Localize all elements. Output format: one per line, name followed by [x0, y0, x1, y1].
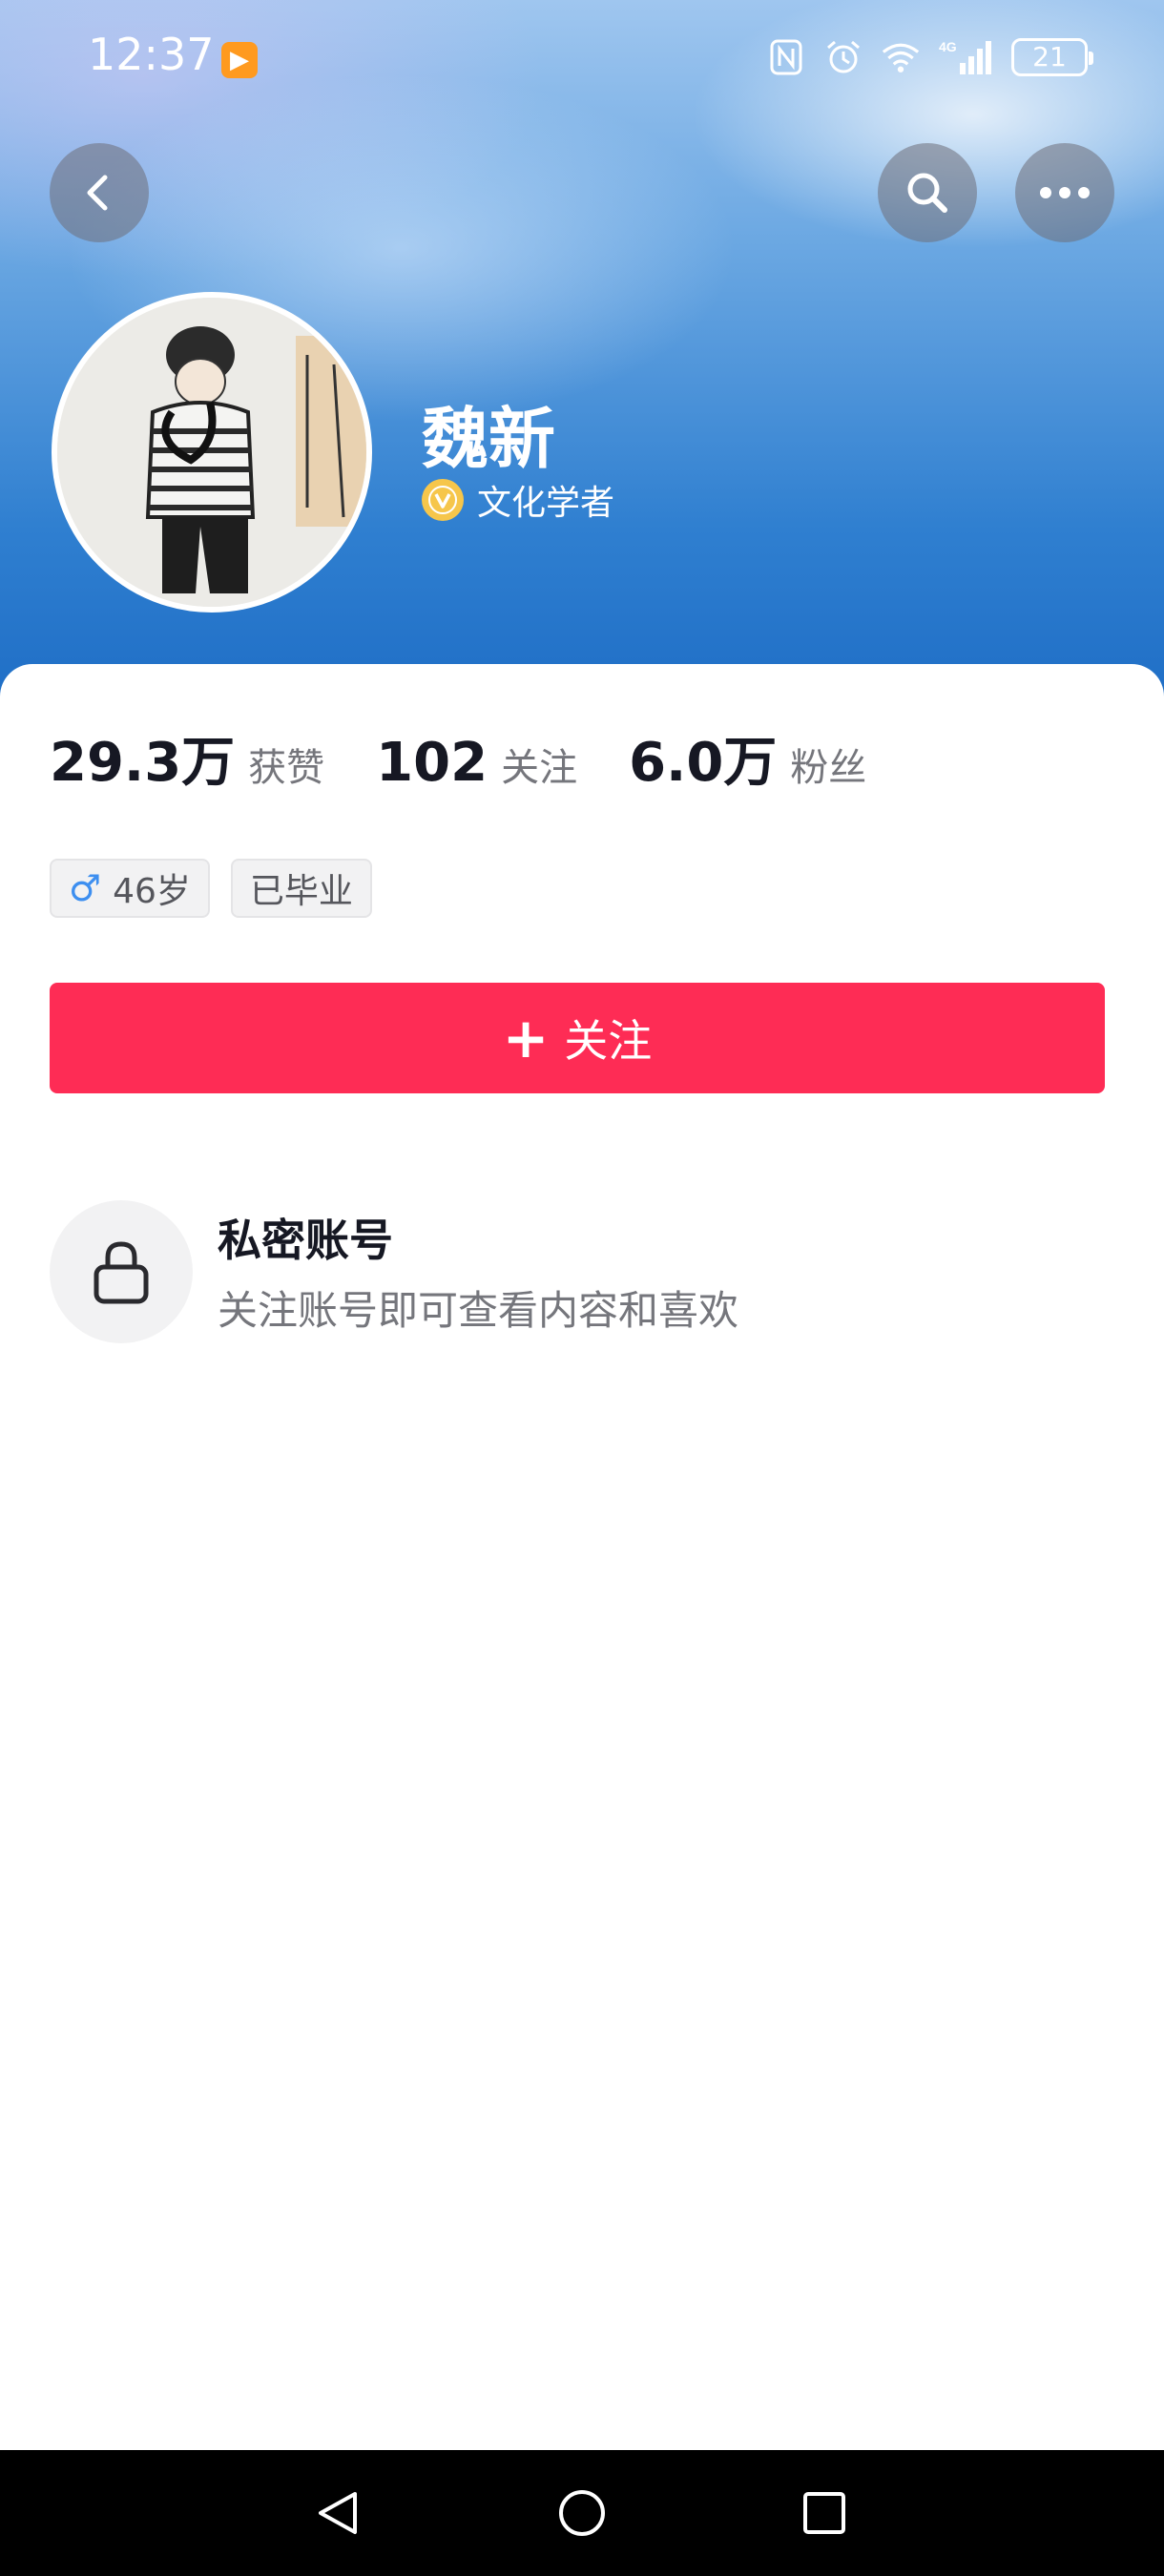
status-icons: 4G 21 [767, 29, 1093, 86]
education-text: 已毕业 [249, 872, 353, 911]
profile-tags: ♂ 46岁 已毕业 [50, 859, 372, 918]
wifi-icon [882, 38, 920, 76]
more-button[interactable] [1015, 143, 1114, 242]
battery-indicator: 21 [1011, 38, 1093, 76]
play-badge-icon: ▶ [221, 42, 258, 78]
stat-likes[interactable]: 29.3万 获赞 [50, 719, 324, 797]
profile-content: 29.3万 获赞 102 关注 6.0万 粉丝 ♂ 46岁 已毕业 + 关注 私… [0, 664, 1164, 2450]
stat-followers[interactable]: 6.0万 粉丝 [629, 719, 866, 797]
avatar-illustration [57, 298, 366, 607]
status-bar: 12:37 ▶ 4G 21 [0, 0, 1164, 113]
verified-badge-icon [422, 479, 464, 521]
avatar[interactable] [52, 292, 372, 613]
stat-label: 关注 [501, 746, 578, 790]
nav-recents-icon[interactable] [798, 2486, 851, 2540]
lock-icon [94, 1241, 149, 1304]
stat-value: 6.0万 [629, 732, 778, 794]
nav-home-icon[interactable] [555, 2486, 609, 2540]
stat-label: 获赞 [248, 746, 325, 790]
stat-following[interactable]: 102 关注 [376, 732, 577, 794]
private-account-subtitle: 关注账号即可查看内容和喜欢 [218, 1287, 739, 1334]
follow-button[interactable]: + 关注 [50, 983, 1105, 1093]
nfc-icon [767, 38, 805, 76]
search-icon [907, 173, 947, 213]
stat-label: 粉丝 [790, 746, 867, 790]
age-tag: ♂ 46岁 [50, 859, 210, 918]
private-lock-badge [50, 1200, 193, 1343]
stat-value: 102 [376, 732, 488, 794]
more-dots-icon [1040, 187, 1090, 198]
back-chevron-icon [87, 175, 108, 211]
search-button[interactable] [878, 143, 977, 242]
nav-back-icon[interactable] [311, 2486, 364, 2540]
private-account-title: 私密账号 [218, 1215, 393, 1266]
profile-header: 12:37 ▶ 4G 21 魏新 文化学者 [0, 0, 1164, 706]
stat-value: 29.3万 [50, 732, 236, 794]
age-text: 46岁 [113, 872, 191, 911]
alarm-icon [824, 38, 863, 76]
cellular-signal-icon: 4G [939, 38, 992, 76]
back-button[interactable] [50, 143, 149, 242]
network-type: 4G [939, 39, 957, 54]
profile-name: 魏新 [422, 400, 555, 478]
follow-button-label: 关注 [564, 1015, 653, 1067]
status-time: 12:37 [88, 29, 215, 80]
male-gender-icon: ♂ [69, 867, 102, 909]
stats-row: 29.3万 获赞 102 关注 6.0万 粉丝 [50, 719, 918, 797]
education-tag: 已毕业 [230, 859, 372, 918]
plus-icon: + [502, 1006, 550, 1070]
verification-text: 文化学者 [477, 484, 615, 523]
verification-row: 文化学者 [422, 475, 614, 525]
system-nav-bar [0, 2450, 1164, 2576]
